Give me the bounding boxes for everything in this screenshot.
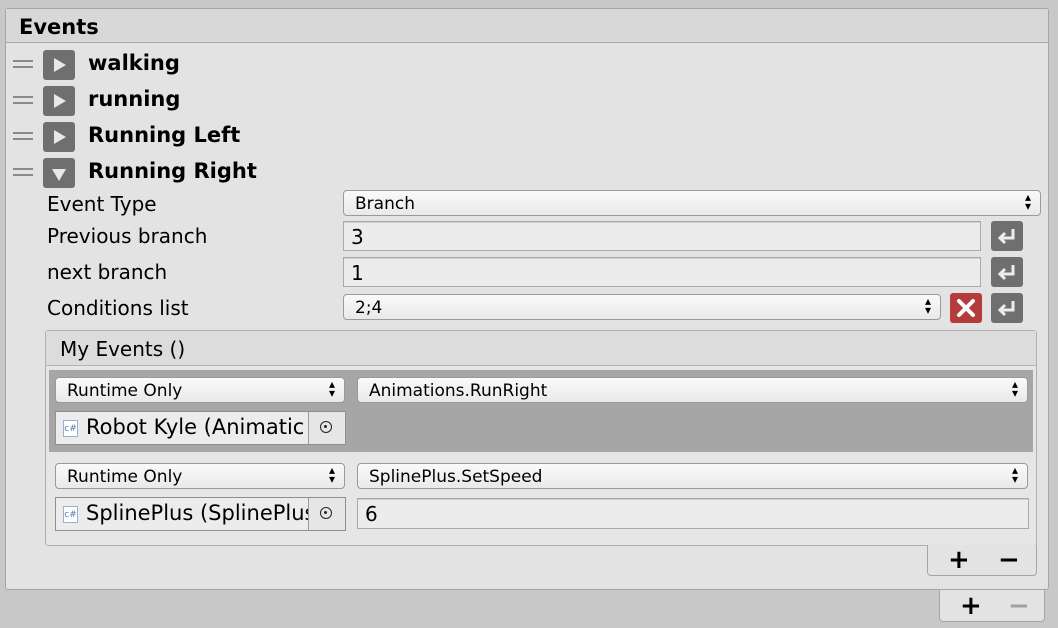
conditions-list-label: Conditions list — [47, 296, 189, 320]
next-branch-field[interactable]: 1 — [343, 257, 981, 287]
target-object-field[interactable]: c# SplinePlus (SplinePlus — [55, 497, 346, 531]
dropdown-arrows-icon: ▴ ▾ — [328, 377, 336, 400]
play-right-icon — [54, 94, 66, 108]
event-type-value: Branch — [355, 194, 415, 214]
apply-previous-branch-button[interactable] — [991, 221, 1023, 251]
conditions-list-value: 2;4 — [355, 298, 383, 318]
function-dropdown[interactable]: SplinePlus.SetSpeed ▴ ▾ — [357, 463, 1028, 489]
my-events-footer: + − — [927, 545, 1037, 576]
conditions-list-dropdown[interactable]: 2;4 ▴ ▾ — [343, 294, 941, 320]
dropdown-arrows-icon: ▴ ▾ — [1011, 377, 1019, 400]
event-name: running — [88, 87, 181, 111]
triangle-down-icon — [52, 169, 66, 181]
csharp-script-icon: c# — [63, 506, 78, 523]
add-event-button[interactable]: + — [960, 593, 982, 619]
apply-conditions-button[interactable] — [991, 293, 1023, 323]
call-state-dropdown[interactable]: Runtime Only ▴ ▾ — [55, 377, 345, 403]
dropdown-arrows-icon: ▴ ▾ — [924, 294, 932, 317]
expand-button[interactable] — [43, 86, 75, 116]
target-object-value: SplinePlus (SplinePlus — [86, 501, 316, 525]
add-listener-button[interactable]: + — [948, 547, 970, 573]
previous-branch-label: Previous branch — [47, 224, 208, 248]
object-picker-button[interactable] — [308, 412, 345, 444]
call-state-value: Runtime Only — [67, 381, 183, 401]
function-value: Animations.RunRight — [369, 381, 548, 401]
remove-listener-button[interactable]: − — [998, 547, 1020, 573]
remove-event-button[interactable]: − — [1008, 593, 1030, 619]
my-events-panel: My Events () Runtime Only ▴ ▾ Animations.… — [45, 330, 1037, 546]
previous-branch-field[interactable]: 3 — [343, 221, 981, 251]
target-picker-icon — [320, 421, 332, 433]
event-name: Running Left — [88, 123, 241, 147]
event-name: walking — [88, 51, 180, 75]
target-object-value: Robot Kyle (Animatic — [86, 415, 305, 439]
argument-field[interactable]: 6 — [357, 498, 1029, 529]
events-panel-header: Events — [6, 9, 1048, 43]
events-footer: + − — [939, 590, 1045, 622]
object-picker-button[interactable] — [308, 498, 345, 530]
drag-handle-icon[interactable] — [13, 60, 33, 70]
event-name: Running Right — [88, 159, 257, 183]
play-right-icon — [54, 58, 66, 72]
next-branch-value: 1 — [351, 261, 364, 285]
event-row-running[interactable]: running — [6, 83, 1046, 117]
dropdown-arrows-icon: ▴ ▾ — [1024, 190, 1032, 213]
argument-value: 6 — [365, 502, 378, 526]
call-state-value: Runtime Only — [67, 467, 183, 487]
dropdown-arrows-icon: ▴ ▾ — [1011, 463, 1019, 486]
event-type-label: Event Type — [47, 192, 157, 216]
function-dropdown[interactable]: Animations.RunRight ▴ ▾ — [357, 377, 1028, 403]
target-picker-icon — [320, 507, 332, 519]
remove-condition-button[interactable] — [950, 293, 982, 323]
next-branch-label: next branch — [47, 260, 168, 284]
event-row-walking[interactable]: walking — [6, 47, 1046, 81]
csharp-script-icon: c# — [63, 420, 78, 437]
expand-button[interactable] — [43, 50, 75, 80]
play-right-icon — [54, 130, 66, 144]
enter-icon — [997, 301, 1015, 317]
my-events-title: My Events () — [60, 337, 186, 361]
event-type-dropdown[interactable]: Branch ▴ ▾ — [343, 190, 1041, 216]
expand-button[interactable] — [43, 122, 75, 152]
close-icon — [957, 299, 975, 317]
apply-next-branch-button[interactable] — [991, 257, 1023, 287]
drag-handle-icon[interactable] — [13, 96, 33, 106]
collapse-button[interactable] — [43, 158, 75, 188]
drag-handle-icon[interactable] — [13, 168, 33, 178]
call-state-dropdown[interactable]: Runtime Only ▴ ▾ — [55, 463, 345, 489]
function-value: SplinePlus.SetSpeed — [369, 467, 543, 487]
enter-icon — [997, 229, 1015, 245]
target-object-field[interactable]: c# Robot Kyle (Animatic — [55, 411, 346, 445]
previous-branch-value: 3 — [351, 225, 364, 249]
event-row-running-right[interactable]: Running Right — [6, 155, 1046, 189]
my-events-header: My Events () — [46, 331, 1036, 366]
drag-handle-icon[interactable] — [13, 132, 33, 142]
enter-icon — [997, 265, 1015, 281]
event-row-running-left[interactable]: Running Left — [6, 119, 1046, 153]
events-panel: Events walking running Running Left Runn… — [5, 8, 1049, 590]
dropdown-arrows-icon: ▴ ▾ — [328, 463, 336, 486]
panel-title: Events — [19, 15, 99, 39]
